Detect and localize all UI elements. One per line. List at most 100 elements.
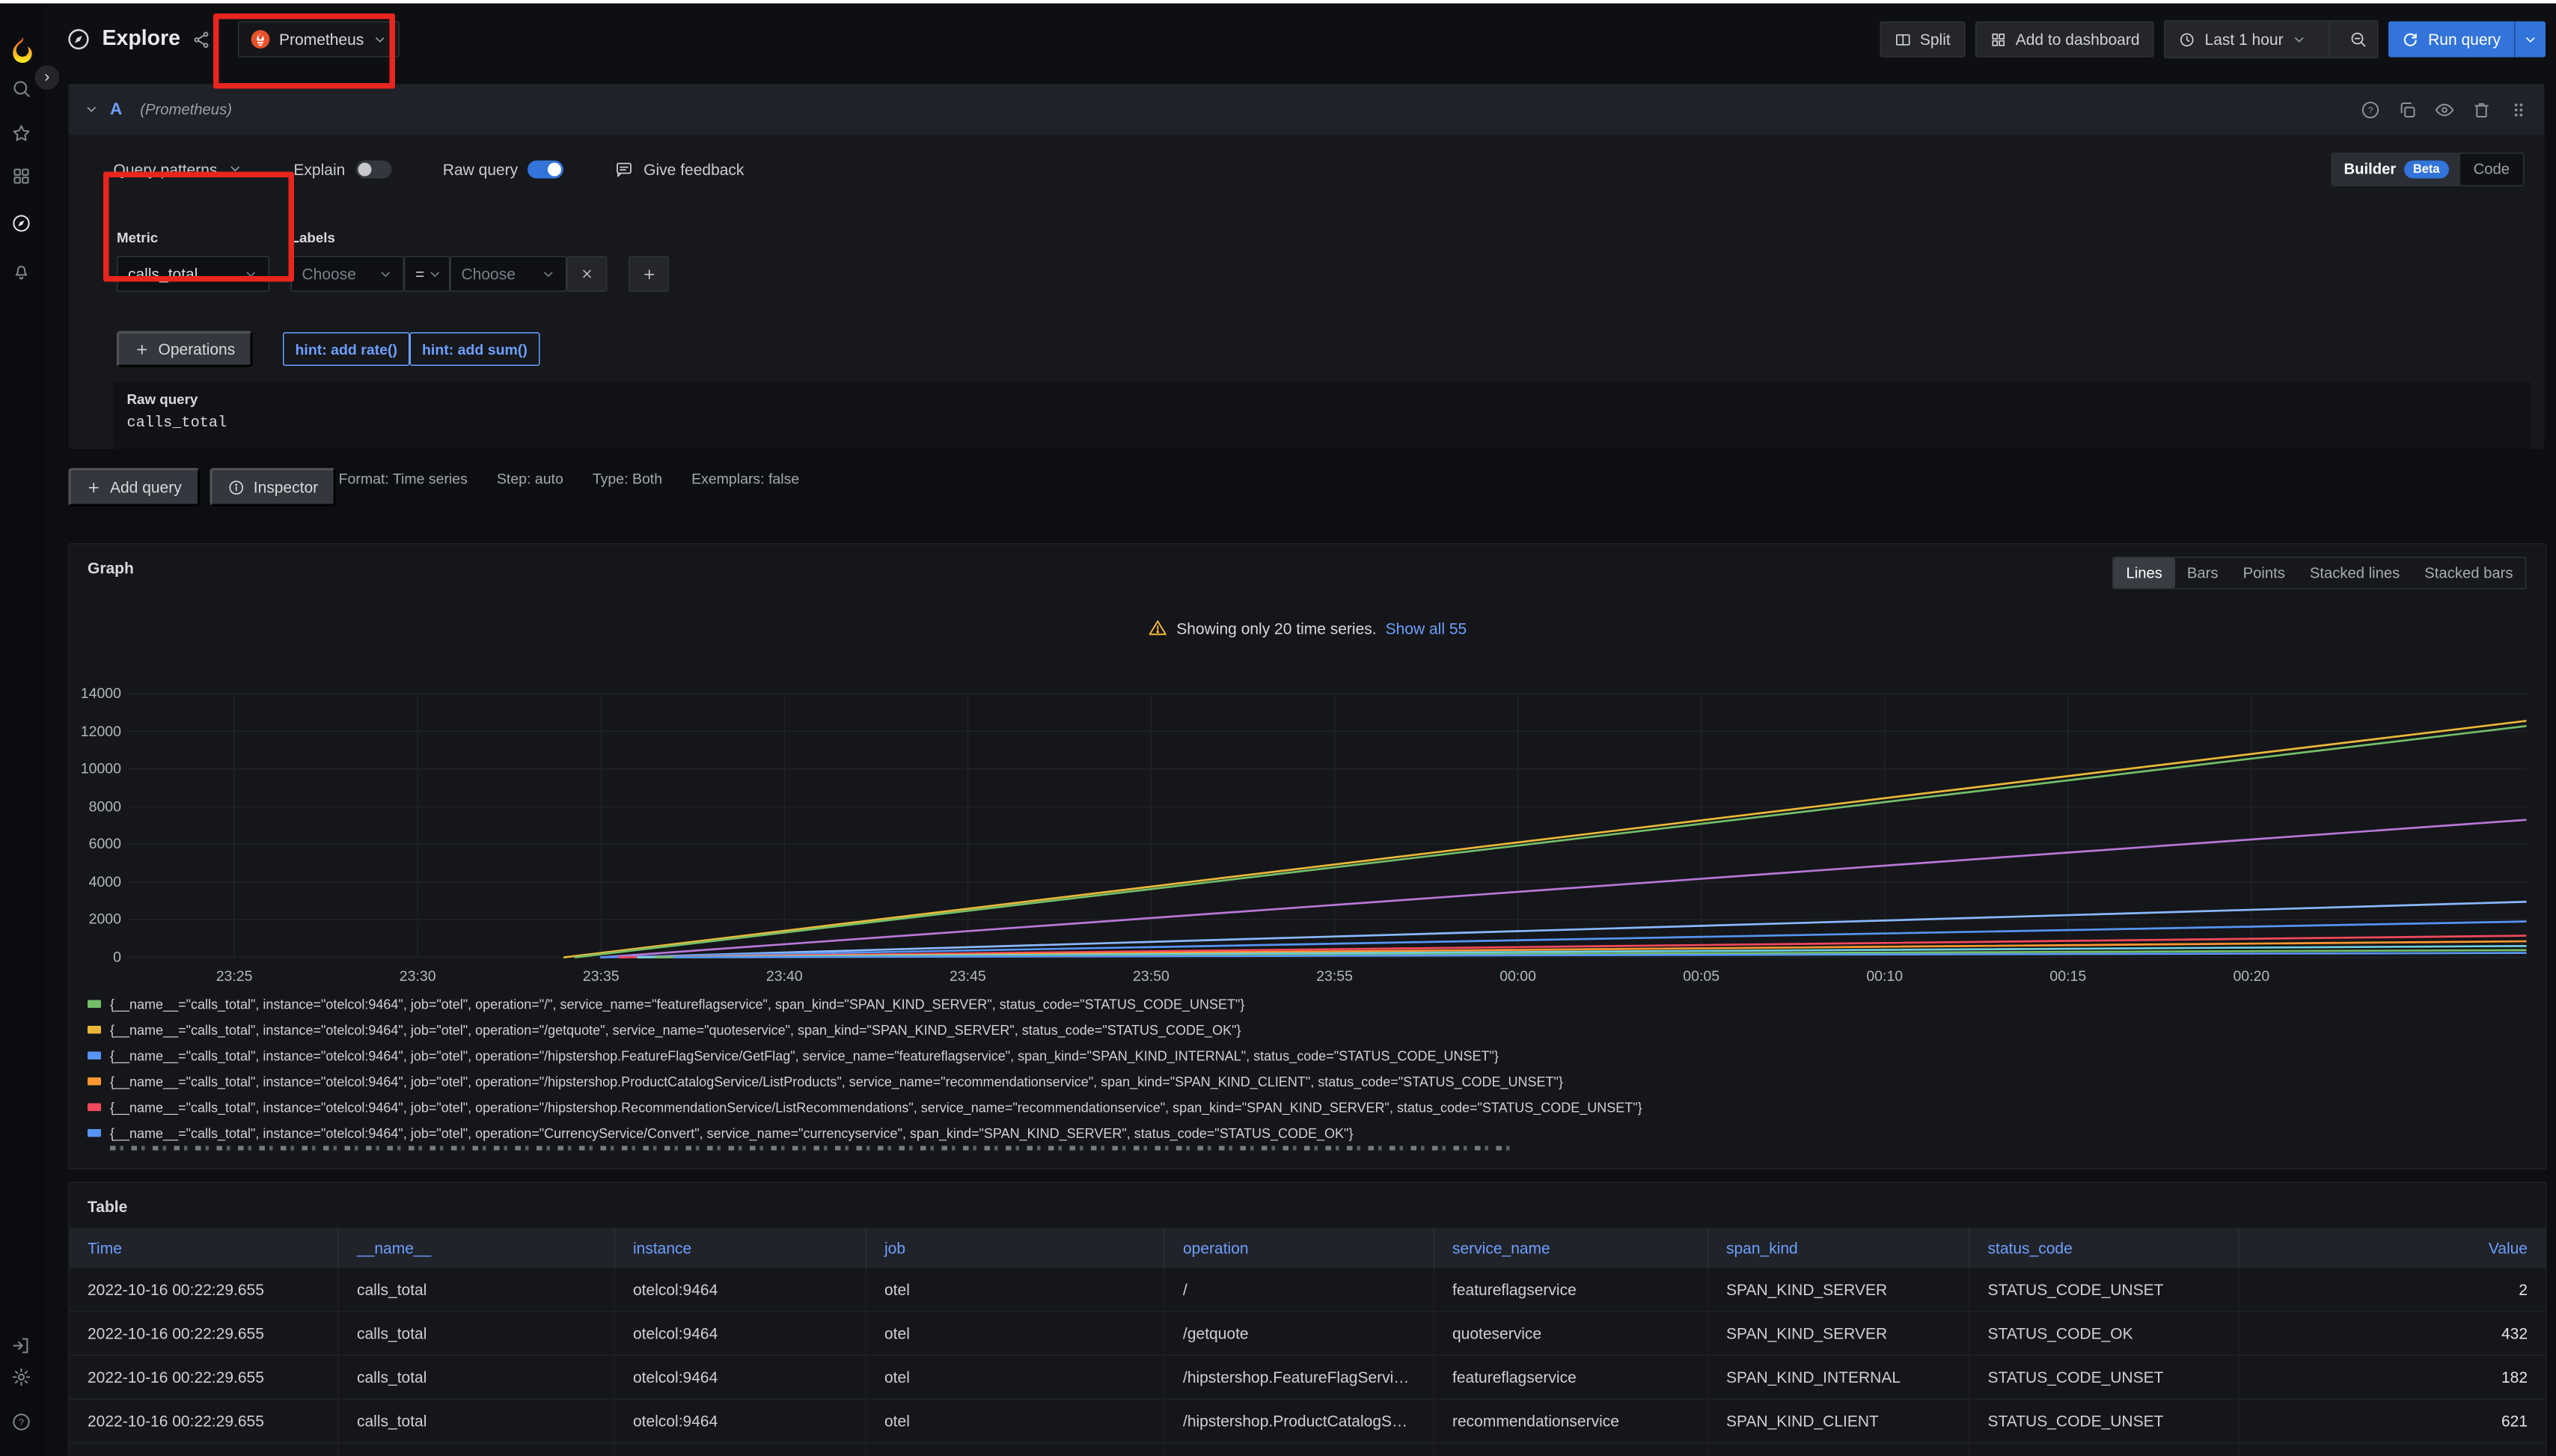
legend-item[interactable]: {__name__="calls_total", instance="otelc… bbox=[88, 1017, 2534, 1043]
table-cell: calls_total bbox=[339, 1268, 615, 1311]
graph-mode-tab-lines[interactable]: Lines bbox=[2114, 558, 2174, 589]
query-patterns-dropdown[interactable]: Query patterns bbox=[114, 160, 242, 178]
table-panel-title: Table bbox=[88, 1198, 127, 1216]
builder-mode-tab[interactable]: Builder Beta bbox=[2333, 153, 2460, 185]
graph-series-line bbox=[564, 721, 2526, 957]
beta-badge: Beta bbox=[2404, 160, 2449, 178]
label-operator-select[interactable]: = bbox=[404, 256, 450, 292]
split-button[interactable]: Split bbox=[1880, 22, 1965, 58]
explain-toggle-group: Explain bbox=[293, 160, 391, 178]
drag-grip-icon[interactable] bbox=[2509, 100, 2529, 120]
add-label-filter-button[interactable] bbox=[629, 256, 669, 292]
labels-field-label: Labels bbox=[291, 230, 335, 246]
graph-canvas[interactable] bbox=[128, 682, 2527, 969]
svg-text:?: ? bbox=[2368, 105, 2373, 115]
sidebar-expand-button[interactable] bbox=[34, 64, 61, 91]
graph-warning: Showing only 20 time series. Show all 55 bbox=[70, 619, 2546, 638]
table-cell: calls_total bbox=[339, 1356, 615, 1398]
table-header-cell[interactable]: Time bbox=[70, 1228, 339, 1268]
time-range-picker[interactable]: Last 1 hour bbox=[2165, 22, 2320, 58]
legend-item[interactable]: {__name__="calls_total", instance="otelc… bbox=[88, 1120, 2534, 1146]
query-hint-button[interactable]: hint: add rate() bbox=[283, 332, 410, 366]
graph-mode-tab-stacked-bars[interactable]: Stacked bars bbox=[2412, 558, 2525, 589]
legend-series-label: {__name__="calls_total", instance="otelc… bbox=[110, 1074, 1563, 1089]
legend-series-marker bbox=[88, 1077, 101, 1086]
table-header-cell[interactable]: service_name bbox=[1434, 1228, 1708, 1268]
y-axis-tick-label: 2000 bbox=[70, 911, 121, 928]
show-all-series-link[interactable]: Show all 55 bbox=[1386, 619, 1467, 637]
settings-gear-icon[interactable] bbox=[11, 1367, 34, 1389]
table-header-cell[interactable]: span_kind bbox=[1708, 1228, 1970, 1268]
collapse-chevron-icon[interactable] bbox=[85, 103, 100, 117]
table-header-cell[interactable]: __name__ bbox=[339, 1228, 615, 1268]
explain-toggle[interactable] bbox=[355, 160, 391, 178]
top-navbar: Explore Prometheus Split bbox=[45, 4, 2556, 76]
help-circle-icon[interactable]: ? bbox=[2361, 100, 2381, 120]
x-axis-tick-label: 00:10 bbox=[1853, 967, 1916, 985]
y-axis-tick-label: 12000 bbox=[70, 722, 121, 739]
legend-item[interactable]: {__name__="calls_total", instance="otelc… bbox=[88, 991, 2534, 1018]
legend-item[interactable]: {__name__="calls_total", instance="otelc… bbox=[88, 1095, 2534, 1121]
x-axis-tick-label: 00:20 bbox=[2220, 967, 2283, 985]
x-axis-tick-label: 23:25 bbox=[203, 967, 266, 985]
table-cell: /hipstershop.Recommendation… bbox=[1165, 1443, 1434, 1456]
star-icon[interactable] bbox=[11, 123, 34, 146]
run-query-button[interactable]: Run query bbox=[2389, 22, 2546, 58]
x-axis-tick-label: 23:45 bbox=[936, 967, 999, 985]
graph-mode-tab-points[interactable]: Points bbox=[2231, 558, 2297, 589]
metric-select[interactable]: calls_total bbox=[117, 256, 269, 292]
share-icon[interactable] bbox=[192, 30, 211, 49]
table-cell: otel bbox=[866, 1312, 1165, 1355]
zoom-out-time-button[interactable] bbox=[2340, 22, 2378, 58]
table-header-cell[interactable]: instance bbox=[615, 1228, 866, 1268]
delete-query-trash-icon[interactable] bbox=[2471, 100, 2492, 120]
add-to-dashboard-button[interactable]: Add to dashboard bbox=[1975, 22, 2154, 58]
code-mode-tab[interactable]: Code bbox=[2460, 153, 2523, 185]
graph-mode-tab-bars[interactable]: Bars bbox=[2174, 558, 2231, 589]
warning-text: Showing only 20 time series. bbox=[1176, 619, 1376, 637]
label-value-select[interactable]: Choose bbox=[450, 256, 567, 292]
inspector-button[interactable]: Inspector bbox=[210, 468, 336, 507]
table-cell: otel bbox=[866, 1443, 1165, 1456]
query-hint-button[interactable]: hint: add sum() bbox=[410, 332, 540, 366]
metric-field-label: Metric bbox=[117, 230, 158, 246]
table-cell: recommendationservice bbox=[1434, 1400, 1708, 1443]
graph-mode-tab-stacked-lines[interactable]: Stacked lines bbox=[2297, 558, 2412, 589]
legend-item-clipped bbox=[88, 1146, 2534, 1157]
alerting-bell-icon[interactable] bbox=[11, 262, 34, 284]
run-query-dropdown[interactable] bbox=[2516, 32, 2546, 47]
table-cell: 2 bbox=[2239, 1268, 2546, 1311]
label-key-select[interactable]: Choose bbox=[291, 256, 405, 292]
table-header-cell[interactable]: Value bbox=[2239, 1228, 2546, 1268]
raw-query-toggle[interactable] bbox=[528, 160, 564, 178]
split-icon bbox=[1894, 31, 1911, 48]
table-cell: calls_total bbox=[339, 1443, 615, 1456]
table-header-cell[interactable]: job bbox=[866, 1228, 1165, 1268]
grafana-explore-screen: ? Explore Prometheus bbox=[0, 0, 2556, 1456]
query-row-header[interactable]: A (Prometheus) ? bbox=[69, 85, 2545, 135]
table-cell: SPAN_KIND_INTERNAL bbox=[1708, 1356, 1970, 1398]
copy-query-icon[interactable] bbox=[2397, 100, 2418, 120]
warning-triangle-icon bbox=[1149, 619, 1168, 638]
option-summary-item: Format: Time series bbox=[339, 470, 468, 487]
grafana-logo-icon[interactable] bbox=[9, 36, 36, 63]
option-summary-item: Type: Both bbox=[593, 470, 662, 487]
add-query-button[interactable]: Add query bbox=[69, 468, 200, 507]
legend-item[interactable]: {__name__="calls_total", instance="otelc… bbox=[88, 1043, 2534, 1069]
dashboards-icon[interactable] bbox=[11, 166, 34, 189]
table-header-cell[interactable]: operation bbox=[1165, 1228, 1434, 1268]
search-icon[interactable] bbox=[11, 79, 34, 101]
hide-query-eye-icon[interactable] bbox=[2435, 100, 2455, 120]
help-icon[interactable]: ? bbox=[11, 1412, 34, 1434]
x-axis-tick-label: 23:40 bbox=[753, 967, 816, 985]
datasource-picker[interactable]: Prometheus bbox=[238, 22, 400, 58]
legend-item[interactable]: {__name__="calls_total", instance="otelc… bbox=[88, 1068, 2534, 1095]
sign-in-icon[interactable] bbox=[11, 1336, 34, 1358]
table-header-cell[interactable]: status_code bbox=[1970, 1228, 2239, 1268]
explore-compass-icon[interactable] bbox=[11, 213, 34, 236]
table-cell: calls_total bbox=[339, 1312, 615, 1355]
table-cell: SPAN_KIND_SERVER bbox=[1708, 1312, 1970, 1355]
add-operations-button[interactable]: Operations bbox=[117, 331, 253, 367]
remove-label-filter-button[interactable] bbox=[567, 256, 608, 292]
give-feedback-link[interactable]: Give feedback bbox=[616, 160, 745, 178]
